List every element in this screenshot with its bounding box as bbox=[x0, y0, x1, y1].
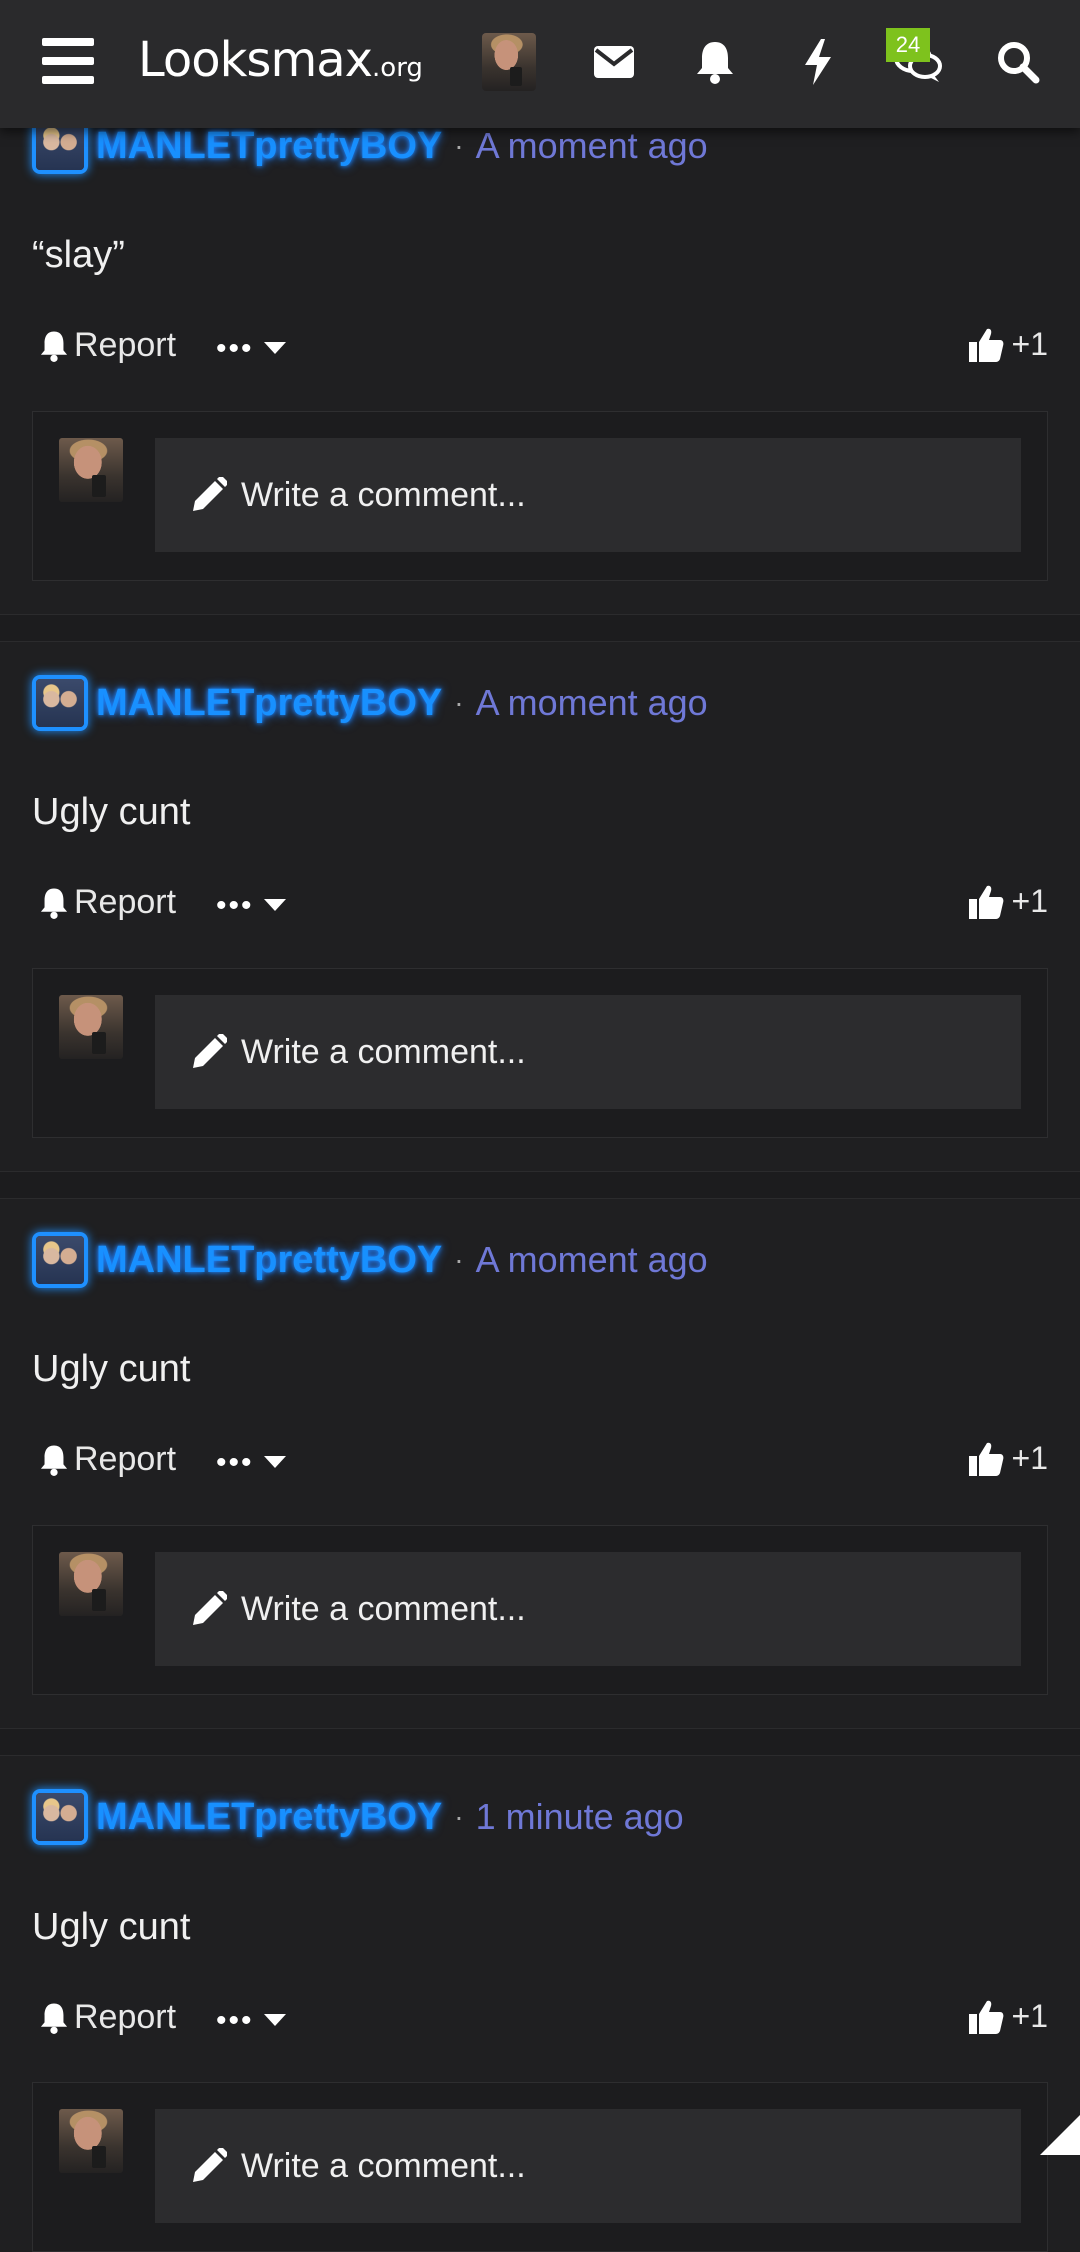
post-text: Ugly cunt bbox=[32, 791, 190, 834]
bell-icon bbox=[38, 887, 70, 919]
top-navigation-bar: Looksmax.org 24 bbox=[0, 0, 1080, 128]
like-button[interactable]: +1 bbox=[968, 326, 1048, 363]
caret-down-icon bbox=[264, 2014, 286, 2028]
post-text: Ugly cunt bbox=[32, 1906, 190, 1949]
more-options-button[interactable]: ••• bbox=[216, 891, 286, 921]
post-text: “slay” bbox=[32, 234, 125, 277]
username-link[interactable]: MANLETprettyBOY bbox=[96, 1239, 442, 1282]
separator-dot: · bbox=[454, 1801, 463, 1833]
report-label: Report bbox=[74, 326, 176, 365]
username-link[interactable]: MANLETprettyBOY bbox=[96, 125, 442, 168]
like-button[interactable]: +1 bbox=[968, 1998, 1048, 2035]
logo-text: Looksmax bbox=[138, 32, 372, 88]
bell-icon[interactable] bbox=[687, 34, 743, 90]
comment-placeholder: Write a comment... bbox=[241, 2147, 526, 2186]
avatar bbox=[59, 438, 123, 502]
pencil-icon bbox=[191, 477, 227, 513]
like-count: +1 bbox=[1012, 326, 1048, 363]
more-dots: ••• bbox=[216, 334, 254, 364]
report-button[interactable]: Report bbox=[38, 883, 176, 922]
caret-down-icon bbox=[264, 342, 286, 356]
post-time[interactable]: A moment ago bbox=[476, 682, 708, 724]
thumbs-up-icon bbox=[968, 327, 1004, 363]
avatar[interactable] bbox=[32, 1789, 88, 1845]
comment-box: Write a comment... bbox=[32, 968, 1048, 1138]
post-time[interactable]: 1 minute ago bbox=[476, 1796, 684, 1838]
report-label: Report bbox=[74, 883, 176, 922]
report-button[interactable]: Report bbox=[38, 1998, 176, 2037]
username-link[interactable]: MANLETprettyBOY bbox=[96, 682, 442, 725]
post-divider bbox=[0, 1171, 1080, 1199]
like-button[interactable]: +1 bbox=[968, 1440, 1048, 1477]
site-logo[interactable]: Looksmax.org bbox=[138, 30, 423, 98]
post-time[interactable]: A moment ago bbox=[476, 125, 708, 167]
post-actions: Report ••• +1 bbox=[38, 883, 1048, 933]
more-options-button[interactable]: ••• bbox=[216, 2006, 286, 2036]
like-count: +1 bbox=[1012, 1440, 1048, 1477]
separator-dot: · bbox=[454, 1244, 463, 1276]
bell-icon bbox=[38, 1444, 70, 1476]
like-count: +1 bbox=[1012, 1998, 1048, 2035]
write-comment-input[interactable]: Write a comment... bbox=[155, 2109, 1021, 2223]
write-comment-input[interactable]: Write a comment... bbox=[155, 1552, 1021, 1666]
search-icon[interactable] bbox=[990, 34, 1046, 90]
avatar[interactable] bbox=[32, 1232, 88, 1288]
username-link[interactable]: MANLETprettyBOY bbox=[96, 1796, 442, 1839]
thumbs-up-icon bbox=[968, 1999, 1004, 2035]
comment-box: Write a comment... bbox=[32, 411, 1048, 581]
report-label: Report bbox=[74, 1440, 176, 1479]
bolt-icon[interactable] bbox=[790, 34, 846, 90]
caret-down-icon bbox=[264, 899, 286, 913]
like-count: +1 bbox=[1012, 883, 1048, 920]
post-actions: Report ••• +1 bbox=[38, 326, 1048, 376]
post-author-row: MANLETprettyBOY · A moment ago bbox=[32, 673, 708, 733]
pencil-icon bbox=[191, 1591, 227, 1627]
more-options-button[interactable]: ••• bbox=[216, 1448, 286, 1478]
separator-dot: · bbox=[454, 687, 463, 719]
post-author-row: MANLETprettyBOY · 1 minute ago bbox=[32, 1787, 684, 1847]
more-dots: ••• bbox=[216, 2006, 254, 2036]
write-comment-input[interactable]: Write a comment... bbox=[155, 995, 1021, 1109]
more-dots: ••• bbox=[216, 891, 254, 921]
separator-dot: · bbox=[454, 130, 463, 162]
logo-suffix: .org bbox=[372, 53, 423, 83]
comment-placeholder: Write a comment... bbox=[241, 1590, 526, 1629]
write-comment-input[interactable]: Write a comment... bbox=[155, 438, 1021, 552]
thumbs-up-icon bbox=[968, 1441, 1004, 1477]
menu-icon[interactable] bbox=[42, 38, 94, 84]
more-options-button[interactable]: ••• bbox=[216, 334, 286, 364]
post-actions: Report ••• +1 bbox=[38, 1440, 1048, 1490]
report-button[interactable]: Report bbox=[38, 326, 176, 365]
scroll-corner-indicator bbox=[1040, 2115, 1080, 2155]
post-divider bbox=[0, 614, 1080, 642]
comment-placeholder: Write a comment... bbox=[241, 476, 526, 515]
post-text: Ugly cunt bbox=[32, 1348, 190, 1391]
account-avatar[interactable] bbox=[482, 33, 536, 91]
report-button[interactable]: Report bbox=[38, 1440, 176, 1479]
avatar bbox=[59, 995, 123, 1059]
avatar bbox=[59, 2109, 123, 2173]
bell-icon bbox=[38, 330, 70, 362]
post-divider bbox=[0, 1728, 1080, 1756]
pencil-icon bbox=[191, 2148, 227, 2184]
comment-box: Write a comment... bbox=[32, 1525, 1048, 1695]
thumbs-up-icon bbox=[968, 884, 1004, 920]
pencil-icon bbox=[191, 1034, 227, 1070]
bell-icon bbox=[38, 2002, 70, 2034]
conversations-badge: 24 bbox=[886, 28, 930, 62]
comment-placeholder: Write a comment... bbox=[241, 1033, 526, 1072]
caret-down-icon bbox=[264, 1456, 286, 1470]
post-time[interactable]: A moment ago bbox=[476, 1239, 708, 1281]
avatar bbox=[59, 1552, 123, 1616]
post-actions: Report ••• +1 bbox=[38, 1998, 1048, 2048]
comment-box: Write a comment... bbox=[32, 2082, 1048, 2252]
report-label: Report bbox=[74, 1998, 176, 2037]
envelope-icon[interactable] bbox=[586, 34, 642, 90]
more-dots: ••• bbox=[216, 1448, 254, 1478]
avatar[interactable] bbox=[32, 675, 88, 731]
like-button[interactable]: +1 bbox=[968, 883, 1048, 920]
post-author-row: MANLETprettyBOY · A moment ago bbox=[32, 1230, 708, 1290]
